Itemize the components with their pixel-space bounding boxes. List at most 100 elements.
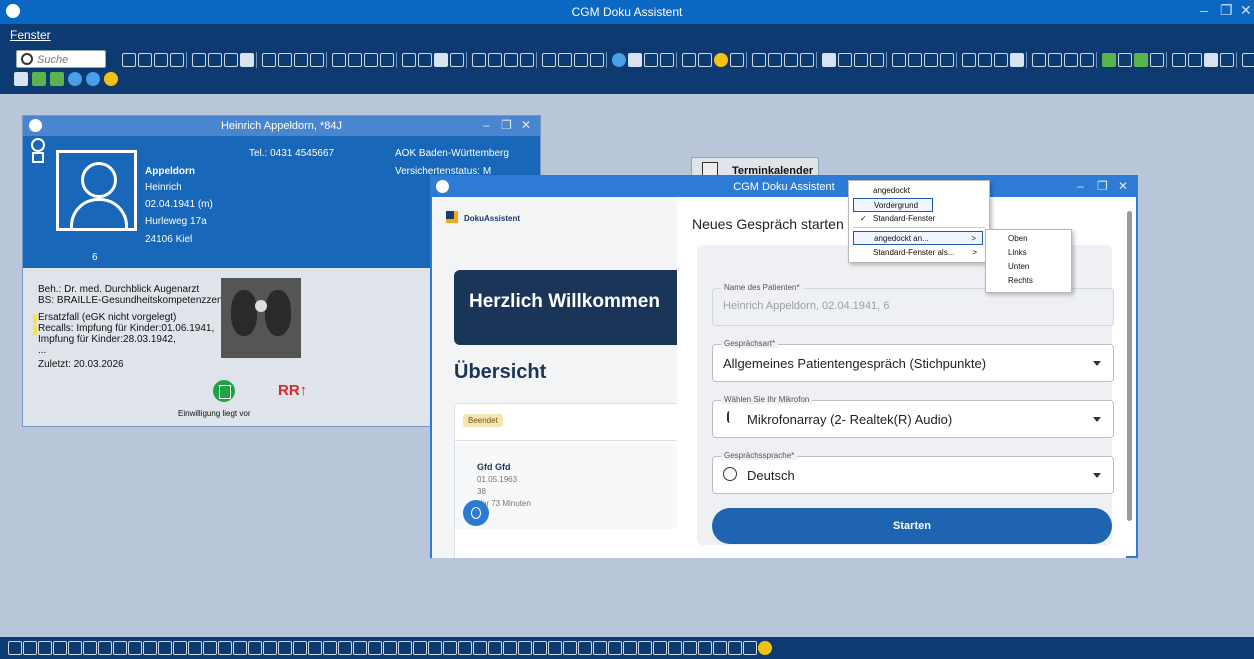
toolbar-icon[interactable] [192, 53, 206, 67]
toolbar-icon[interactable] [822, 53, 836, 67]
submenu-item-oben[interactable]: Oben [988, 232, 1068, 246]
bottom-toolbar-icon[interactable] [143, 641, 157, 655]
bottom-toolbar-icon[interactable] [593, 641, 607, 655]
fingerprint-button[interactable] [463, 500, 489, 526]
toolbar-icon[interactable] [520, 53, 534, 67]
bottom-toolbar-icon[interactable] [98, 641, 112, 655]
toolbar-icon[interactable] [348, 53, 362, 67]
bottom-toolbar-icon[interactable] [128, 641, 142, 655]
bottom-toolbar-icon[interactable] [233, 641, 247, 655]
bottom-toolbar-icon[interactable] [443, 641, 457, 655]
toolbar-icon[interactable] [14, 72, 28, 86]
bottom-toolbar-icon[interactable] [308, 641, 322, 655]
start-button[interactable]: Starten [712, 508, 1112, 544]
bottom-toolbar-icon[interactable] [38, 641, 52, 655]
bottom-toolbar-icon[interactable] [413, 641, 427, 655]
gear-icon[interactable] [31, 138, 45, 152]
conversation-type-select[interactable]: Gesprächsart* Allgemeines Patientengespr… [712, 339, 1114, 382]
toolbar-icon[interactable] [262, 53, 276, 67]
ct-scan-image[interactable] [221, 278, 301, 358]
bottom-toolbar-icon[interactable] [743, 641, 757, 655]
doku-scrollbar[interactable] [1126, 197, 1134, 558]
bottom-toolbar-icon[interactable] [638, 641, 652, 655]
toolbar-icon[interactable] [1134, 53, 1148, 67]
toolbar-icon[interactable] [682, 53, 696, 67]
bottom-toolbar-icon[interactable] [338, 641, 352, 655]
toolbar-icon[interactable] [434, 53, 448, 67]
toolbar-icon[interactable] [1188, 53, 1202, 67]
toolbar-icon[interactable] [1242, 53, 1254, 67]
language-select[interactable]: Gesprächssprache* Deutsch [712, 451, 1114, 494]
bottom-toolbar-icon[interactable] [23, 641, 37, 655]
toolbar-icon[interactable] [472, 53, 486, 67]
toolbar-icon[interactable] [364, 53, 378, 67]
toolbar-icon[interactable] [558, 53, 572, 67]
bottom-toolbar-icon[interactable] [263, 641, 277, 655]
toolbar-icon[interactable] [612, 53, 626, 67]
menu-item-angedockt[interactable]: angedockt [853, 184, 983, 198]
bottom-toolbar-icon[interactable] [203, 641, 217, 655]
menu-item-vordergrund[interactable]: Vordergrund [853, 198, 933, 212]
scrollbar-thumb[interactable] [1127, 211, 1132, 521]
toolbar-icon[interactable] [978, 53, 992, 67]
bottom-toolbar-icon[interactable] [248, 641, 262, 655]
toolbar-icon[interactable] [68, 72, 82, 86]
patient-minimize-icon[interactable]: ‒ [483, 118, 490, 132]
toolbar-icon[interactable] [628, 53, 642, 67]
toolbar-icon[interactable] [450, 53, 464, 67]
toolbar-icon[interactable] [50, 72, 64, 86]
toolbar-icon[interactable] [800, 53, 814, 67]
close-icon[interactable]: ✕ [1240, 2, 1252, 19]
toolbar-icon[interactable] [784, 53, 798, 67]
doku-restore-icon[interactable]: ❐ [1097, 179, 1108, 193]
toolbar-icon[interactable] [240, 53, 254, 67]
toolbar-icon[interactable] [838, 53, 852, 67]
toolbar-icon[interactable] [730, 53, 744, 67]
consent-document-icon[interactable] [213, 380, 235, 402]
patient-restore-icon[interactable]: ❐ [501, 118, 512, 132]
toolbar-icon[interactable] [418, 53, 432, 67]
bottom-toolbar-icon[interactable] [68, 641, 82, 655]
blood-pressure-button[interactable]: RR↑ [278, 382, 307, 399]
bottom-toolbar-icon[interactable] [698, 641, 712, 655]
bottom-toolbar-icon[interactable] [188, 641, 202, 655]
toolbar-icon[interactable] [504, 53, 518, 67]
toolbar-icon[interactable] [278, 53, 292, 67]
bottom-toolbar-icon[interactable] [368, 641, 382, 655]
bottom-toolbar-icon[interactable] [473, 641, 487, 655]
bottom-toolbar-icon[interactable] [158, 641, 172, 655]
doku-close-icon[interactable]: ✕ [1118, 179, 1128, 193]
toolbar-icon[interactable] [1172, 53, 1186, 67]
toolbar-icon[interactable] [208, 53, 222, 67]
patient-close-icon[interactable]: ✕ [521, 118, 531, 132]
toolbar-icon[interactable] [294, 53, 308, 67]
bottom-toolbar-icon[interactable] [758, 641, 772, 655]
toolbar-icon[interactable] [1064, 53, 1078, 67]
toolbar-icon[interactable] [138, 53, 152, 67]
menu-item-standard-fenster-als[interactable]: Standard-Fenster als... > [853, 246, 983, 260]
bottom-toolbar-icon[interactable] [548, 641, 562, 655]
toolbar-icon[interactable] [714, 53, 728, 67]
toolbar-icon[interactable] [1080, 53, 1094, 67]
bottom-toolbar-icon[interactable] [728, 641, 742, 655]
avatar[interactable] [56, 150, 137, 231]
toolbar-icon[interactable] [1118, 53, 1132, 67]
toolbar-icon[interactable] [590, 53, 604, 67]
lock-icon[interactable] [32, 152, 44, 163]
menu-fenster[interactable]: Fenster [10, 28, 51, 42]
restore-icon[interactable]: ❐ [1220, 2, 1233, 19]
bottom-toolbar-icon[interactable] [218, 641, 232, 655]
toolbar-icon[interactable] [488, 53, 502, 67]
microphone-select[interactable]: Wählen Sie Ihr Mikrofon Mikrofonarray (2… [712, 395, 1114, 438]
toolbar-icon[interactable] [1048, 53, 1062, 67]
session-card[interactable]: Beendet Gfd Gfd 01.05.1963 38 Vor 73 Min… [454, 403, 677, 558]
toolbar-icon[interactable] [1102, 53, 1116, 67]
toolbar-icon[interactable] [752, 53, 766, 67]
toolbar-icon[interactable] [1220, 53, 1234, 67]
bottom-toolbar-icon[interactable] [113, 641, 127, 655]
toolbar-icon[interactable] [660, 53, 674, 67]
toolbar-icon[interactable] [768, 53, 782, 67]
toolbar-icon[interactable] [154, 53, 168, 67]
bottom-toolbar-icon[interactable] [278, 641, 292, 655]
bottom-toolbar-icon[interactable] [578, 641, 592, 655]
